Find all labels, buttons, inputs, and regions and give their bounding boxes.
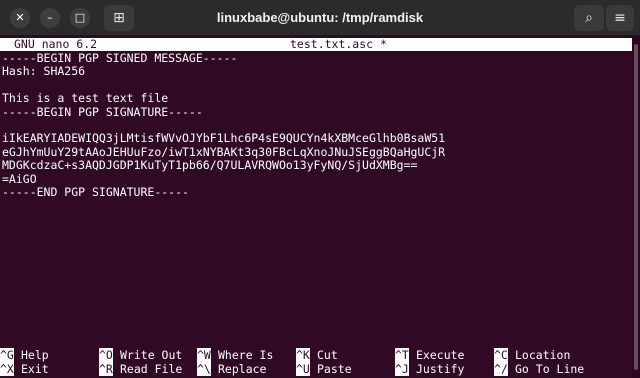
shortcut-label: Paste xyxy=(317,362,352,376)
shortcut-key: ^C xyxy=(494,348,508,362)
shortcut-label: Help xyxy=(21,348,49,362)
shortcut-label: Write Out xyxy=(120,348,183,362)
window-titlebar: ✕ – □ ⊞ linuxbabe@ubuntu: /tmp/ramdisk ⌕… xyxy=(0,0,640,36)
shortcut-key: ^W xyxy=(197,348,211,362)
shortcut-row-2: ^X Exit ^R Read File ^\ Replace ^U Paste ^J Justi… xyxy=(0,362,632,376)
shortcut-key: ^X xyxy=(0,362,14,376)
buffer-line: This is a test text file xyxy=(2,91,169,106)
buffer-line xyxy=(2,79,445,92)
shortcut-label: Location xyxy=(515,348,571,362)
shortcut-label: Replace xyxy=(218,362,267,376)
shortcut-key: ^T xyxy=(395,348,409,362)
buffer-line: iIkEARYIADEWIQQ3jLMtisfWVvOJYbF1Lhc6P4sE… xyxy=(2,131,446,146)
maximize-icon[interactable]: □ xyxy=(70,8,90,28)
close-icon[interactable]: ✕ xyxy=(10,8,30,28)
shortcut-key: ^U xyxy=(296,362,310,376)
terminal-area[interactable]: GNU nano 6.2 test.txt.asc * -----BEGIN P… xyxy=(0,36,632,378)
shortcut-label: Exit xyxy=(21,362,49,376)
nano-header: GNU nano 6.2 test.txt.asc * xyxy=(0,38,632,51)
buffer-line: =AiGO xyxy=(2,171,37,186)
shortcut-bar: ^G Help ^O Write Out ^W Where Is ^K Cut ^T Execut… xyxy=(0,348,632,376)
search-icon[interactable]: ⌕ xyxy=(574,5,604,31)
buffer-line: MDGKcdzaC+s3AQDJGDP1KuTyT1pb66/Q7ULAVRQW… xyxy=(2,158,418,173)
shortcut-label: Execute xyxy=(416,348,465,362)
nano-filename: test.txt.asc * xyxy=(290,37,387,51)
buffer-line: eGJhYmUuY29tAAoJEHUuFzo/iwT1xNYBAKt3q30F… xyxy=(2,144,446,159)
shortcut-label: Justify xyxy=(416,362,465,376)
minimize-icon[interactable]: – xyxy=(40,8,60,28)
shortcut-key: ^/ xyxy=(494,362,508,376)
scrollbar-thumb[interactable] xyxy=(634,44,638,370)
shortcut-label: Read File xyxy=(120,362,183,376)
shortcut-label: Cut xyxy=(317,348,338,362)
shortcut-key: ^\ xyxy=(197,362,211,376)
buffer-line xyxy=(2,119,445,132)
shortcut-key: ^K xyxy=(296,348,310,362)
buffer-line: -----BEGIN PGP SIGNATURE----- xyxy=(2,104,203,119)
menu-icon[interactable]: ≡ xyxy=(606,5,634,31)
buffer-line: Hash: SHA256 xyxy=(2,64,86,79)
nano-version: GNU nano 6.2 xyxy=(14,37,98,51)
editor-buffer[interactable]: -----BEGIN PGP SIGNED MESSAGE----- Hash: … xyxy=(2,51,446,199)
shortcut-label: Where Is xyxy=(218,348,274,362)
buffer-line: -----BEGIN PGP SIGNED MESSAGE----- xyxy=(2,51,238,65)
shortcut-label: Go To Line xyxy=(515,362,585,376)
buffer-line: -----END PGP SIGNATURE----- xyxy=(2,184,189,199)
window-title: linuxbabe@ubuntu: /tmp/ramdisk xyxy=(216,10,424,25)
shortcut-key: ^O xyxy=(99,348,113,362)
shortcut-key: ^G xyxy=(0,348,14,362)
shortcut-key: ^R xyxy=(99,362,113,376)
shortcut-row-1: ^G Help ^O Write Out ^W Where Is ^K Cut ^T Execut… xyxy=(0,348,632,362)
scrollbar[interactable] xyxy=(632,36,640,378)
shortcut-key: ^J xyxy=(395,362,409,376)
new-tab-icon[interactable]: ⊞ xyxy=(104,5,134,31)
